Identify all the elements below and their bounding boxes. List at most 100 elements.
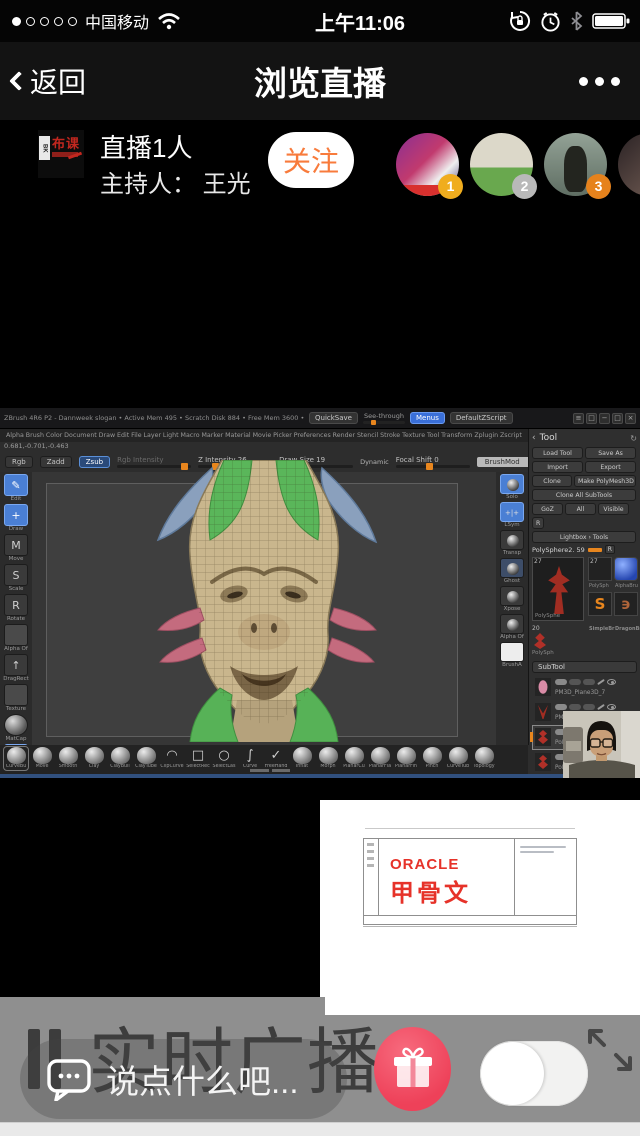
live-count-label: 直播1人: [100, 128, 192, 165]
subtool-header: SubTool: [532, 661, 637, 673]
window-controls: ≡□−□×: [573, 413, 636, 424]
tool-panel-button: Save As: [585, 447, 636, 459]
left-tool-button: MatCap: [3, 714, 29, 742]
brush-preset: Smooth: [56, 747, 80, 770]
toggle-knob: [481, 1042, 544, 1105]
menu-item: Material: [225, 432, 251, 439]
chat-input[interactable]: 说点什么吧...: [20, 1039, 347, 1119]
brush-sphere-icon: [319, 747, 338, 764]
brush-preset: Topology: [472, 747, 496, 770]
subtool-item: PM3D_Plane3D_7: [532, 675, 637, 700]
shelf-tool-button: Transp: [499, 530, 525, 556]
brush-preset: ∫ Curve: [238, 747, 262, 770]
window-control-icon: □: [612, 413, 623, 424]
shelf-tool-button: Alpha Of: [499, 614, 525, 640]
bluetooth-icon: [570, 11, 583, 31]
zbrush-titlebar: ZBrush 4R6 P2 - Dannweek slogan • Active…: [0, 408, 640, 429]
brush-preset: CurveBu: [4, 747, 28, 770]
tool-panel-button: Visible: [598, 503, 629, 515]
brush-preset: PlanarCu: [342, 747, 366, 770]
viewer-avatar[interactable]: 2: [470, 133, 533, 196]
subtool-thumbnail: [535, 728, 551, 746]
cursor-coordinates: 0.681,-0.701,-0.463: [4, 442, 69, 450]
more-options-button[interactable]: [559, 63, 640, 100]
shelf-tool-button: Ghost: [499, 558, 525, 584]
recent-tool-thumbnails: 27 PolySph AlphaBru S SimpleBr ϶: [588, 557, 640, 625]
chevron-left-icon: [9, 71, 29, 91]
brush-preset: PlanarFla: [368, 747, 392, 770]
oracle-logo-text: ORACLE: [390, 856, 459, 873]
host-name-label: 主持人： 王光: [100, 164, 251, 199]
quicksave-button: QuickSave: [309, 412, 358, 424]
edit-icon: [597, 679, 605, 685]
gift-icon: [392, 1047, 434, 1091]
menu-item: Marker: [201, 432, 223, 439]
menu-item: Zplugin: [474, 432, 498, 439]
back-button[interactable]: 返回: [0, 51, 98, 111]
focal-shift-slider: Focal Shift 0: [396, 456, 470, 468]
chat-bubble-icon: [46, 1057, 92, 1101]
slide-top-rule: [365, 828, 575, 829]
rotation-lock-icon: [509, 10, 531, 32]
gift-button[interactable]: [374, 1027, 451, 1111]
menu-item: Zscript: [500, 432, 522, 439]
tool-thumbnail: 27 PolySph: [588, 557, 612, 581]
alarm-clock-icon: [540, 11, 561, 32]
tool-panel-button: Make PolyMesh3D: [574, 475, 636, 487]
brush-preset: PlanarFin: [394, 747, 418, 770]
brush-sphere-icon: [137, 747, 156, 764]
stream-video-zbrush[interactable]: ZBrush 4R6 P2 - Dannweek slogan • Active…: [0, 408, 640, 778]
brush-sphere-icon: [111, 747, 130, 764]
brush-preset: ClayBuil: [108, 747, 132, 770]
taskbar-edge: [0, 774, 640, 778]
current-tool-thumbnail: 27 PolySphe: [532, 557, 584, 621]
see-through-slider: See-through: [363, 412, 405, 424]
viewer-avatar[interactable]: 1: [396, 133, 459, 196]
edit-icon: [597, 704, 605, 710]
brush-sphere-icon: [33, 747, 52, 764]
brush-preset: ClayTube: [134, 747, 158, 770]
zbrush-tool-panel: ‹ Tool ↻ Load ToolSave AsImportExportClo…: [528, 429, 640, 745]
menu-item: Draw: [99, 432, 115, 439]
subtool-thumbnail: [535, 753, 551, 771]
signal-strength-icon: [12, 17, 77, 26]
viewer-avatar[interactable]: 3: [544, 133, 607, 196]
brush-preset: Morph: [316, 747, 340, 770]
bottom-control-bar: 实时广播 说点什么吧...: [0, 997, 640, 1136]
carrier-label: 中国移动: [85, 9, 149, 33]
tool-thumbnail: ϶ DragonBr: [614, 592, 638, 616]
tool-panel-button: Clone All SubTools: [532, 489, 636, 501]
zsub-button: Zsub: [79, 456, 110, 468]
menu-item: Color: [46, 432, 62, 439]
tool-panel-button: GoZ: [532, 503, 563, 515]
menu-item: Tool: [427, 432, 439, 439]
viewer-avatar[interactable]: [618, 133, 640, 196]
table-side-marks: [367, 843, 374, 867]
wifi-icon: [157, 12, 181, 30]
home-indicator-strip: [0, 1122, 640, 1136]
camera-toggle-switch[interactable]: [480, 1041, 588, 1106]
left-tool-button: + Draw: [3, 504, 29, 532]
clock-label: 上午11:06: [181, 7, 509, 36]
menu-item: Layer: [143, 432, 161, 439]
tool-panel-button: Clone: [532, 475, 572, 487]
brush-preset: Move: [30, 747, 54, 770]
zbrush-left-toolbar: ✎ Edit + Draw M Move S Scale R Rotate: [0, 472, 32, 745]
menu-item: Transform: [441, 432, 472, 439]
tool-panel-button: Load Tool: [532, 447, 583, 459]
viewer-avatar-list: 1 2 3: [396, 120, 640, 208]
zbrush-title-text: ZBrush 4R6 P2 - Dannweek slogan • Active…: [4, 414, 304, 422]
polysphere-thumbnail: 20 PolySph: [532, 629, 637, 657]
slide-header-table: ORACLE 甲骨文: [363, 838, 577, 916]
presenter-webcam-video[interactable]: [563, 711, 640, 778]
brush-sphere-icon: [345, 747, 364, 764]
panel-back-icon: ‹: [532, 433, 536, 443]
zbrush-right-shelf: Solo +|+ LSym Transp Ghost Xpose: [496, 472, 528, 745]
menu-item: Edit: [117, 432, 129, 439]
fullscreen-expand-button[interactable]: [584, 1023, 638, 1079]
left-tool-button: M Move: [3, 534, 29, 562]
oracle-chinese-text: 甲骨文: [390, 873, 471, 908]
menu-item: Preferences: [294, 432, 331, 439]
channel-logo-avatar[interactable]: BK 布课: [38, 130, 84, 178]
follow-button[interactable]: 关注: [268, 132, 354, 188]
